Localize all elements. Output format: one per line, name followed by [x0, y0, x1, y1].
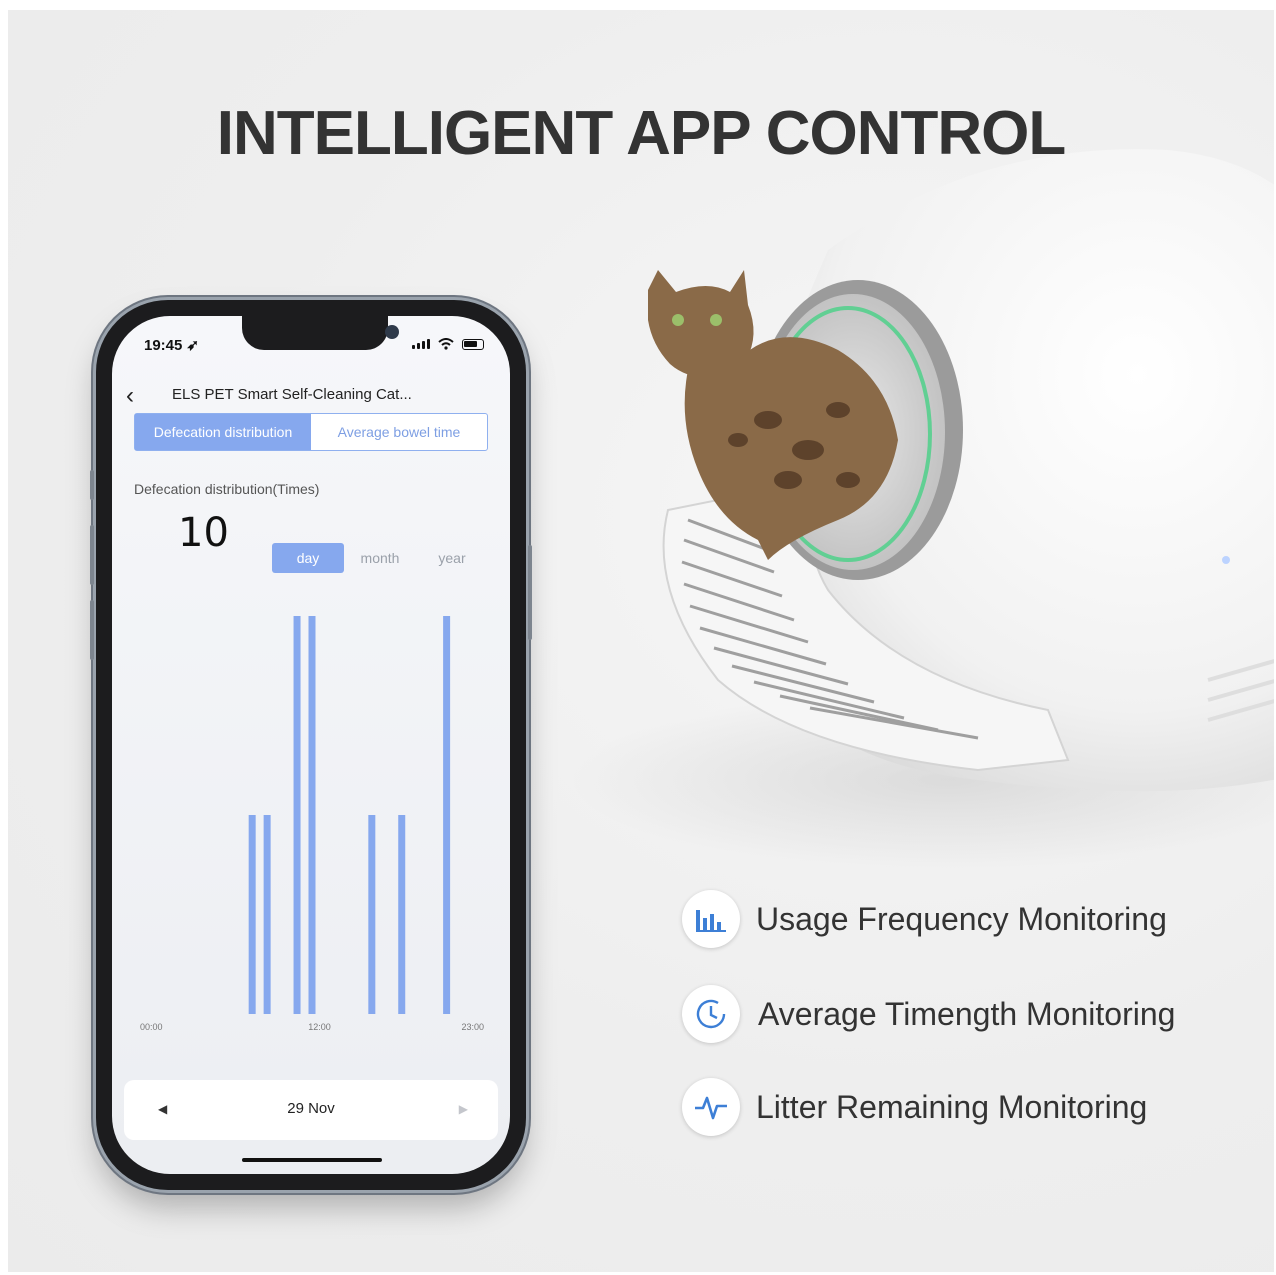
- tab-average-bowel-time[interactable]: Average bowel time: [311, 414, 487, 450]
- next-day-icon[interactable]: ▶: [459, 1102, 468, 1116]
- chart-bar-2: [293, 616, 301, 1014]
- range-selector: day month year: [272, 543, 488, 573]
- tab-segment: Defecation distribution Average bowel ti…: [134, 413, 488, 451]
- litter-box-illustration: [648, 149, 1274, 792]
- app-nav-bar: ‹ ELS PET Smart Self-Cleaning Cat...: [112, 378, 510, 414]
- feature-average-timength: Average Timength Monitoring: [682, 985, 1175, 1043]
- metric-value: 10: [178, 510, 229, 556]
- wifi-icon: [438, 338, 454, 350]
- chart-bar-1: [263, 815, 271, 1014]
- cellular-signal-icon: [412, 339, 430, 349]
- feature-label: Usage Frequency Monitoring: [756, 900, 1167, 937]
- product-banner: INTELLIGENT APP CONTROL 19:45 ➶ ‹ ELS PE…: [8, 10, 1274, 1272]
- x-tick-label-0: 00:00: [140, 1022, 163, 1032]
- x-tick-label-2: 23:00: [461, 1022, 484, 1032]
- bar-chart-icon: [682, 890, 740, 948]
- chart-bar-3: [308, 616, 316, 1014]
- range-day[interactable]: day: [272, 543, 344, 573]
- tab-defecation-distribution[interactable]: Defecation distribution: [135, 414, 311, 450]
- x-tick-label-1: 12:00: [308, 1022, 331, 1032]
- phone-notch: [242, 316, 399, 350]
- phone-power-button: [528, 545, 532, 640]
- chart-bar-0: [248, 815, 256, 1014]
- metric-label: Defecation distribution(Times): [134, 481, 320, 497]
- feature-label: Average Timength Monitoring: [758, 995, 1176, 1032]
- phone-volume-up: [90, 525, 94, 585]
- range-month[interactable]: month: [344, 543, 416, 573]
- chart-bar-4: [368, 815, 376, 1014]
- back-chevron-icon[interactable]: ‹: [126, 382, 134, 410]
- phone-mockup: 19:45 ➶ ‹ ELS PET Smart Self-Cleaning Ca…: [90, 300, 532, 1190]
- battery-icon: [462, 338, 484, 350]
- range-year[interactable]: year: [416, 543, 488, 573]
- pulse-icon: [682, 1078, 740, 1136]
- chart-bar-6: [443, 616, 451, 1014]
- feature-label: Litter Remaining Monitoring: [756, 1088, 1148, 1125]
- status-icons: [412, 338, 484, 350]
- status-time-text: 19:45: [144, 337, 183, 354]
- current-date: 29 Nov: [287, 1100, 335, 1117]
- feature-litter-remaining: Litter Remaining Monitoring: [682, 1078, 1147, 1136]
- phone-mute-switch: [90, 470, 94, 500]
- chart-bar-5: [398, 815, 406, 1014]
- phone-volume-down: [90, 600, 94, 660]
- defecation-bar-chart: 00:00 12:00 23:00: [140, 616, 484, 1032]
- home-indicator: [242, 1158, 382, 1162]
- date-navigator: ◀ 29 Nov ▶: [124, 1080, 498, 1140]
- app-screen: 19:45 ➶ ‹ ELS PET Smart Self-Cleaning Ca…: [112, 316, 510, 1174]
- camera-icon: [385, 325, 399, 339]
- location-arrow-icon: ➶: [186, 337, 200, 354]
- nav-title: ELS PET Smart Self-Cleaning Cat...: [172, 386, 412, 403]
- feature-usage-frequency: Usage Frequency Monitoring: [682, 890, 1167, 948]
- status-time: 19:45 ➶: [144, 336, 199, 354]
- clock-icon: [682, 985, 740, 1043]
